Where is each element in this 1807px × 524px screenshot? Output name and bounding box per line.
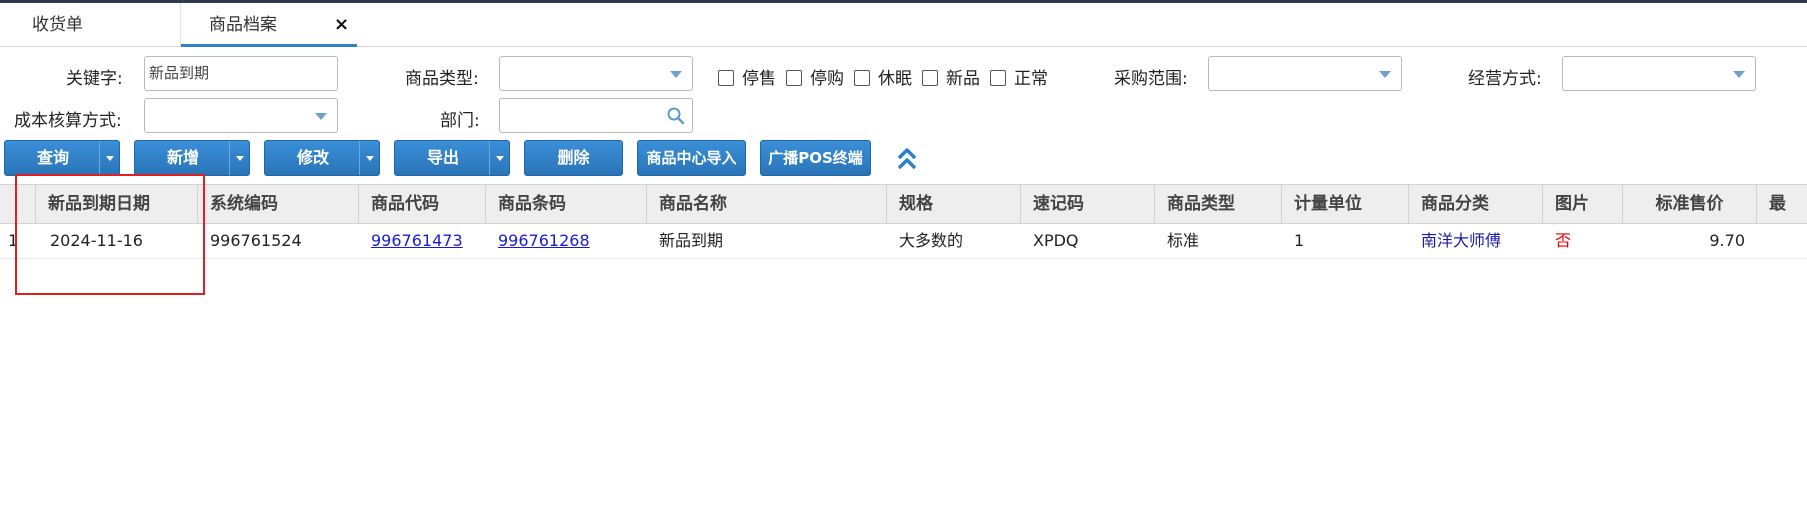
operation-mode-select[interactable] — [1562, 56, 1756, 91]
checkbox-label: 停购 — [810, 69, 844, 89]
add-dropdown[interactable] — [229, 141, 249, 175]
checkbox-label: 正常 — [1014, 69, 1048, 89]
search-icon[interactable] — [666, 106, 686, 126]
checkbox-stop-sale[interactable]: 停售 — [718, 64, 776, 89]
col-system-code[interactable]: 系统编码 — [198, 185, 359, 223]
col-std-price[interactable]: 标准售价 — [1623, 185, 1757, 223]
chevron-down-icon — [1733, 71, 1745, 78]
import-center-button[interactable]: 商品中心导入 — [637, 140, 746, 176]
checkbox-label: 休眠 — [878, 69, 912, 89]
checkbox-stop-purchase[interactable]: 停购 — [786, 64, 844, 89]
chevron-down-icon — [1379, 71, 1391, 78]
col-spec[interactable]: 规格 — [887, 185, 1021, 223]
col-image[interactable]: 图片 — [1543, 185, 1623, 223]
checkbox-icon[interactable] — [854, 70, 870, 86]
checkbox-label: 停售 — [742, 69, 776, 89]
checkbox-new[interactable]: 新品 — [922, 64, 980, 89]
grid-header: 新品到期日期 系统编码 商品代码 商品条码 商品名称 规格 速记码 商品类型 计… — [0, 184, 1807, 224]
checkbox-icon[interactable] — [922, 70, 938, 86]
col-barcode[interactable]: 商品条码 — [486, 185, 647, 223]
col-unit[interactable]: 计量单位 — [1282, 185, 1409, 223]
broadcast-pos-button[interactable]: 广播POS终端 — [760, 140, 871, 176]
query-button[interactable]: 查询 — [4, 140, 120, 176]
cell-barcode-link[interactable]: 996761268 — [486, 224, 647, 258]
tab-label: 商品档案 — [209, 15, 277, 35]
col-goods-type[interactable]: 商品类型 — [1155, 185, 1282, 223]
keyword-value: 新品到期 — [149, 64, 210, 82]
tab-label: 收货单 — [32, 15, 83, 35]
cell-goods-code-link[interactable]: 996761473 — [359, 224, 486, 258]
purchase-scope-label: 采购范围: — [1114, 69, 1188, 89]
col-category[interactable]: 商品分类 — [1409, 185, 1543, 223]
query-label: 查询 — [36, 148, 69, 167]
goods-type-label: 商品类型: — [405, 69, 479, 89]
add-label: 新增 — [166, 148, 199, 167]
modify-label: 修改 — [296, 148, 329, 167]
export-button[interactable]: 导出 — [394, 140, 510, 176]
tab-goods-archive[interactable]: 商品档案 × — [181, 3, 357, 47]
cost-method-select[interactable] — [144, 98, 338, 133]
goods-type-select[interactable] — [499, 56, 693, 91]
delete-button[interactable]: 删除 — [524, 140, 623, 176]
export-dropdown[interactable] — [489, 141, 509, 175]
keyword-label: 关键字: — [66, 69, 123, 89]
cell-unit: 1 — [1294, 231, 1305, 250]
add-button[interactable]: 新增 — [134, 140, 250, 176]
keyword-input[interactable]: 新品到期 — [144, 56, 338, 91]
cell-shorthand: XPDQ — [1033, 231, 1079, 250]
chevron-down-icon — [670, 71, 682, 78]
table-row[interactable]: 1 2024-11-16 996761524 996761473 9967612… — [0, 224, 1807, 259]
checkbox-label: 新品 — [946, 69, 980, 89]
modify-dropdown[interactable] — [359, 141, 379, 175]
tab-receipt[interactable]: 收货单 — [0, 3, 181, 47]
cost-method-label: 成本核算方式: — [14, 111, 122, 131]
col-goods-code[interactable]: 商品代码 — [359, 185, 486, 223]
cell-spec: 大多数的 — [899, 231, 964, 250]
col-shorthand[interactable]: 速记码 — [1021, 185, 1155, 223]
dept-label: 部门: — [440, 111, 480, 131]
checkbox-normal[interactable]: 正常 — [990, 64, 1048, 89]
col-goods-name[interactable]: 商品名称 — [647, 185, 887, 223]
cell-category: 南洋大师傅 — [1421, 231, 1502, 250]
modify-button[interactable]: 修改 — [264, 140, 380, 176]
dept-input[interactable] — [499, 98, 693, 133]
tab-bar: 收货单 商品档案 × — [0, 3, 1807, 47]
cell-goods-name: 新品到期 — [659, 231, 724, 250]
double-chevron-up-icon[interactable] — [895, 145, 919, 173]
col-truncated[interactable]: 最 — [1757, 185, 1807, 223]
cell-std-price: 9.70 — [1709, 231, 1745, 250]
highlight-box — [15, 174, 205, 295]
export-label: 导出 — [426, 148, 459, 167]
checkbox-dormant[interactable]: 休眠 — [854, 64, 912, 89]
close-icon[interactable]: × — [334, 3, 349, 47]
checkbox-icon[interactable] — [718, 70, 734, 86]
chevron-down-icon — [315, 113, 327, 120]
operation-mode-label: 经营方式: — [1468, 69, 1542, 89]
checkbox-icon[interactable] — [990, 70, 1006, 86]
cell-system-code: 996761524 — [210, 231, 302, 250]
cell-image: 否 — [1555, 231, 1572, 250]
checkbox-icon[interactable] — [786, 70, 802, 86]
purchase-scope-select[interactable] — [1208, 56, 1402, 91]
cell-goods-type: 标准 — [1167, 231, 1200, 250]
query-dropdown[interactable] — [99, 141, 119, 175]
